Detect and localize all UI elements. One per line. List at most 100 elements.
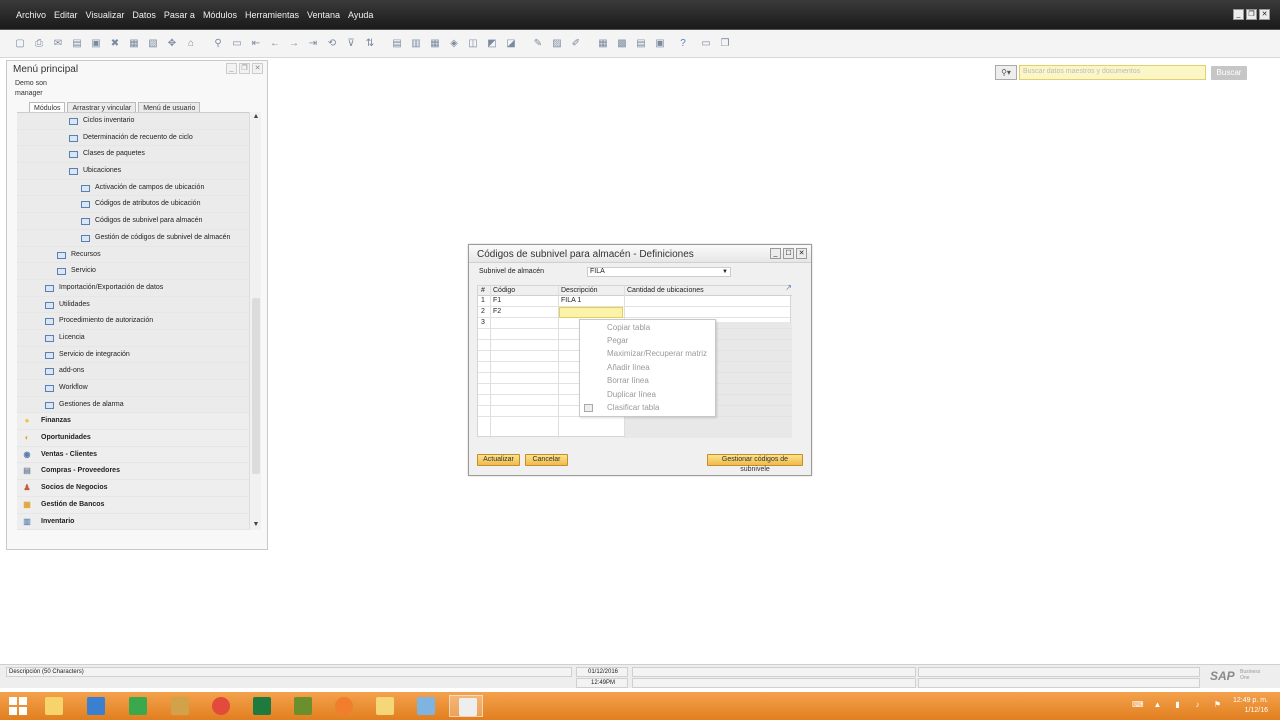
add-icon[interactable]: ▭: [229, 36, 245, 52]
tree-item[interactable]: Códigos de atributos de ubicación: [17, 196, 249, 214]
previous-record-icon[interactable]: ←: [267, 36, 283, 52]
tree-item[interactable]: Clases de paquetes: [17, 146, 249, 164]
filter-icon[interactable]: ⊽: [343, 36, 359, 52]
window-cascade-icon[interactable]: ❐: [717, 36, 733, 52]
menu-datos[interactable]: Datos: [128, 8, 160, 22]
cell-code[interactable]: F2: [493, 308, 501, 315]
excel-export-icon[interactable]: ✖: [107, 36, 123, 52]
table-row[interactable]: 1 F1 FILA 1: [478, 296, 792, 307]
context-menu-item[interactable]: Duplicar línea: [607, 390, 656, 399]
taskbar-app-3[interactable]: [120, 695, 154, 717]
panel-minimize-button[interactable]: _: [226, 63, 237, 74]
keyboard-icon[interactable]: ⌨: [1132, 700, 1144, 710]
edit-icon[interactable]: ✎: [530, 36, 546, 52]
help-icon[interactable]: ?: [675, 36, 691, 52]
cell-desc[interactable]: FILA 1: [561, 297, 581, 304]
menu-herramientas[interactable]: Herramientas: [241, 8, 303, 22]
tree-item[interactable]: Gestiones de alarma: [17, 396, 249, 414]
menu-pasar-a[interactable]: Pasar a: [160, 8, 199, 22]
start-button[interactable]: [0, 695, 34, 717]
taskbar-app-2[interactable]: [78, 695, 112, 717]
taskbar-excel[interactable]: [244, 695, 278, 717]
menu-visualizar[interactable]: Visualizar: [82, 8, 129, 22]
restore-button[interactable]: ❐: [1246, 9, 1257, 20]
window-layout-icon[interactable]: ▭: [698, 36, 714, 52]
menu-m-dulos[interactable]: Módulos: [199, 8, 241, 22]
tree-item[interactable]: Importación/Exportación de datos: [17, 279, 249, 297]
col-header-num[interactable]: #: [481, 287, 485, 294]
alerts-icon[interactable]: ▩: [614, 36, 630, 52]
menu-editar[interactable]: Editar: [50, 8, 82, 22]
search-button[interactable]: Buscar: [1211, 66, 1247, 80]
taskbar-file-explorer[interactable]: [36, 695, 70, 717]
dialog-maximize-button[interactable]: ☐: [783, 248, 794, 259]
panel-close-button[interactable]: ✕: [252, 63, 263, 74]
form-settings-icon[interactable]: ▦: [595, 36, 611, 52]
module-item[interactable]: ◐ Oportunidades: [17, 430, 249, 447]
find-icon[interactable]: ⚲: [210, 36, 226, 52]
module-item[interactable]: ▥ Inventario: [17, 513, 249, 530]
tree-item[interactable]: Workflow: [17, 380, 249, 397]
gross-profit-icon[interactable]: ▦: [427, 36, 443, 52]
taskbar-app-10[interactable]: [408, 695, 442, 717]
menu-ventana[interactable]: Ventana: [303, 8, 344, 22]
first-record-icon[interactable]: ⇤: [248, 36, 264, 52]
manage-sublevel-codes-button[interactable]: Gestionar códigos de subnivele: [707, 454, 803, 473]
tree-item[interactable]: Procedimiento de autorización: [17, 313, 249, 330]
tree-item[interactable]: Códigos de subnivel para almacén: [17, 213, 249, 230]
cancel-button[interactable]: Cancelar: [525, 454, 568, 466]
search-options-icon[interactable]: ⚲▾: [995, 65, 1017, 80]
context-menu-item[interactable]: Clasificar tabla: [607, 403, 659, 412]
print-icon[interactable]: ⎙: [31, 36, 47, 52]
tree-item[interactable]: Ciclos inventario: [17, 113, 249, 130]
fax-icon[interactable]: ▤: [69, 36, 85, 52]
module-item[interactable]: ● Finanzas: [17, 413, 249, 431]
menu-archivo[interactable]: Archivo: [12, 8, 50, 22]
add-note-icon[interactable]: ▨: [549, 36, 565, 52]
search-input[interactable]: Buscar datos maestros y documentos: [1019, 65, 1206, 80]
sort-icon[interactable]: ⇅: [362, 36, 378, 52]
tree-item[interactable]: Determinación de recuento de ciclo: [17, 129, 249, 147]
tree-item[interactable]: Servicio: [17, 263, 249, 280]
context-menu-item[interactable]: Maximizar/Recuperar matriz: [607, 349, 707, 358]
module-item[interactable]: ▤ Compras - Proveedores: [17, 463, 249, 481]
calendar-icon[interactable]: ▤: [633, 36, 649, 52]
sms-icon[interactable]: ▣: [88, 36, 104, 52]
tree-item[interactable]: Activación de campos de ubicación: [17, 179, 249, 197]
tree-item[interactable]: Licencia: [17, 329, 249, 347]
base-document-icon[interactable]: ▤: [389, 36, 405, 52]
close-button[interactable]: ✕: [1259, 9, 1270, 20]
context-menu-item[interactable]: Pegar: [607, 336, 628, 345]
taskbar-chrome[interactable]: [203, 695, 237, 717]
scroll-down-icon[interactable]: ▼: [250, 520, 262, 530]
module-item[interactable]: ♟ Socios de Negocios: [17, 480, 249, 497]
lock-screen-icon[interactable]: ⌂: [183, 36, 199, 52]
context-menu-item[interactable]: Borrar línea: [607, 376, 649, 385]
taskbar-clock[interactable]: 12:49 p. m. 1/12/16: [1233, 696, 1268, 716]
taskbar-app-9[interactable]: [367, 695, 401, 717]
scroll-thumb[interactable]: [252, 298, 260, 474]
flag-icon[interactable]: ⚑: [1212, 700, 1223, 710]
last-record-icon[interactable]: ⇥: [305, 36, 321, 52]
launch-app-icon[interactable]: ✥: [164, 36, 180, 52]
module-item[interactable]: ◉ Ventas - Clientes: [17, 446, 249, 464]
messages-icon[interactable]: ▣: [652, 36, 668, 52]
transaction-icon[interactable]: ◪: [503, 36, 519, 52]
new-document-icon[interactable]: ▢: [12, 36, 28, 52]
target-document-icon[interactable]: ▥: [408, 36, 424, 52]
taskbar-sap-business-one[interactable]: [449, 695, 483, 717]
table-row[interactable]: 2 F2: [478, 307, 792, 318]
col-header-code[interactable]: Código: [493, 287, 515, 294]
context-menu-item[interactable]: Copiar tabla: [607, 323, 650, 332]
minimize-button[interactable]: _: [1233, 9, 1244, 20]
journal-icon[interactable]: ◩: [484, 36, 500, 52]
taskbar-app-4[interactable]: [162, 695, 196, 717]
tree-item[interactable]: Ubicaciones: [17, 163, 249, 180]
expand-grid-icon[interactable]: ↗: [785, 283, 792, 292]
network-icon[interactable]: ▮: [1172, 700, 1183, 710]
taskbar-app-7[interactable]: [285, 695, 319, 717]
dialog-titlebar[interactable]: Códigos de subnivel para almacén - Defin…: [469, 245, 811, 263]
update-button[interactable]: Actualizar: [477, 454, 520, 466]
menu-scrollbar[interactable]: ▲ ▼: [249, 112, 261, 530]
tree-item[interactable]: add-ons: [17, 363, 249, 380]
